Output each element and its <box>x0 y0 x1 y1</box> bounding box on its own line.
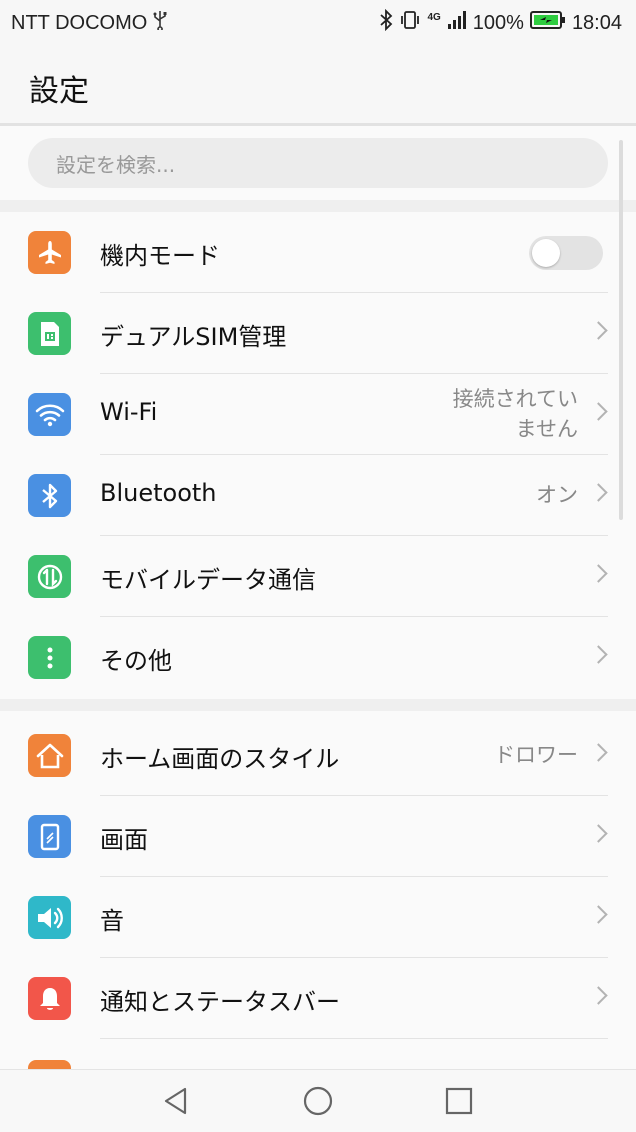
list-item-partial <box>0 1040 636 1070</box>
display-icon <box>28 815 71 858</box>
settings-item-home-style[interactable]: ホーム画面のスタイル ドロワー <box>0 715 636 796</box>
navigation-bar <box>0 1069 636 1132</box>
settings-item-display[interactable]: 画面 <box>0 796 636 877</box>
wifi-icon <box>28 393 71 436</box>
signal-icon <box>447 10 467 36</box>
settings-item-bluetooth[interactable]: Bluetooth オン <box>0 455 636 536</box>
chevron-right-icon <box>589 824 608 843</box>
search-input[interactable]: 設定を検索... <box>28 138 608 188</box>
chevron-right-icon <box>589 743 608 762</box>
search-area: 設定を検索... <box>0 126 636 200</box>
settings-item-value: 接続されていません <box>453 384 578 444</box>
settings-section-device: ホーム画面のスタイル ドロワー画面音通知とステータスバー <box>0 715 636 1039</box>
network-type: 4G <box>427 12 441 23</box>
recents-button[interactable] <box>442 1084 476 1118</box>
bluetooth-icon <box>379 8 393 37</box>
status-bar: NTT DOCOMO 4G 100% 18:04 <box>0 0 636 44</box>
section-separator <box>0 699 636 711</box>
recents-square-icon <box>445 1087 473 1115</box>
settings-item-label: 音 <box>100 907 124 935</box>
chevron-right-icon <box>589 645 608 664</box>
airplane-icon <box>28 231 71 274</box>
settings-item-value-line: ません <box>515 417 578 441</box>
settings-item-dual-sim[interactable]: デュアルSIM管理 <box>0 293 636 374</box>
battery-charging-icon <box>529 10 566 36</box>
chevron-right-icon <box>589 483 608 502</box>
chevron-right-icon <box>589 905 608 924</box>
clock-time: 18:04 <box>571 11 622 34</box>
app-header: 設定 <box>0 44 636 124</box>
chevron-right-icon <box>589 986 608 1005</box>
sim-card-icon <box>28 312 71 355</box>
vibrate-icon <box>399 10 421 36</box>
scrollbar[interactable] <box>619 140 623 520</box>
settings-section-connectivity: 機内モードデュアルSIM管理 Wi-Fi 接続されていません Bluetooth オンモ… <box>0 212 636 698</box>
settings-item-notifications[interactable]: 通知とステータスバー <box>0 958 636 1039</box>
settings-item-label: その他 <box>100 647 172 675</box>
settings-item-wifi[interactable]: Wi-Fi 接続されていません <box>0 374 636 455</box>
settings-item-label: デュアルSIM管理 <box>100 323 287 351</box>
back-button[interactable] <box>160 1084 194 1118</box>
settings-item-label: 機内モード <box>100 242 220 270</box>
back-triangle-icon <box>164 1087 187 1115</box>
search-placeholder: 設定を検索... <box>56 152 176 177</box>
settings-item-label: 通知とステータスバー <box>100 988 340 1016</box>
settings-item-label: Bluetooth <box>100 479 217 507</box>
mobile-data-icon <box>28 555 71 598</box>
chevron-right-icon <box>589 321 608 340</box>
settings-item-mobile-data[interactable]: モバイルデータ通信 <box>0 536 636 617</box>
settings-item-label: 画面 <box>100 826 148 854</box>
row-divider <box>100 1038 608 1039</box>
airplane-mode-toggle[interactable] <box>529 236 603 270</box>
more-dots-icon <box>28 636 71 679</box>
settings-item-value-line: 接続されてい <box>452 387 578 411</box>
home-circle-icon <box>303 1086 333 1116</box>
settings-item-value: ドロワー <box>494 743 578 767</box>
section-separator <box>0 200 636 212</box>
bluetooth-icon <box>28 474 71 517</box>
settings-item-airplane[interactable]: 機内モード <box>0 212 636 293</box>
settings-item-label: Wi-Fi <box>100 398 158 426</box>
carrier-name: NTT DOCOMO <box>11 11 148 34</box>
settings-item-label: ホーム画面のスタイル <box>100 745 340 773</box>
bell-icon <box>28 977 71 1020</box>
home-button[interactable] <box>301 1084 335 1118</box>
page-title: 設定 <box>29 74 89 109</box>
home-icon <box>28 734 71 777</box>
settings-item-value: オン <box>536 483 578 507</box>
settings-item-label: モバイルデータ通信 <box>100 566 316 594</box>
battery-percent: 100% <box>472 11 524 34</box>
usb-icon <box>153 10 167 36</box>
settings-item-sound[interactable]: 音 <box>0 877 636 958</box>
settings-item-other[interactable]: その他 <box>0 617 636 698</box>
toggle-knob <box>532 239 560 267</box>
chevron-right-icon <box>589 564 608 583</box>
speaker-icon <box>28 896 71 939</box>
chevron-right-icon <box>589 402 608 421</box>
